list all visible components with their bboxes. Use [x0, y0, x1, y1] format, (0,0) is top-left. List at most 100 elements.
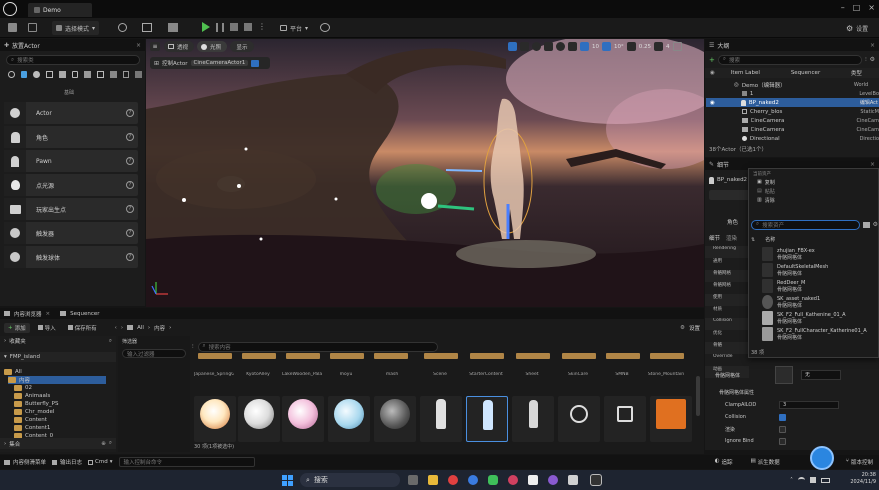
windows-start-icon[interactable]	[282, 475, 293, 486]
browser-icon[interactable]	[468, 475, 478, 485]
visibility-icon[interactable]: ◉	[710, 70, 715, 76]
tree-item[interactable]: Content	[14, 416, 47, 424]
camera-speed-icon[interactable]	[654, 42, 663, 51]
mesh-thumbnail[interactable]	[775, 366, 793, 384]
grid-snap-value[interactable]: 10	[592, 44, 599, 50]
trace-button[interactable]: ◐ 追踪	[715, 458, 733, 466]
minimize-icon[interactable]: –	[841, 3, 845, 15]
close-icon[interactable]: ×	[868, 3, 875, 15]
folder-tile[interactable]	[470, 353, 504, 359]
output-log-button[interactable]: 输出日志	[52, 458, 82, 466]
folder-tile[interactable]	[650, 353, 684, 359]
gear-icon[interactable]: ⚙	[870, 56, 875, 63]
filter-input[interactable]: 输入过滤器	[122, 349, 186, 358]
details-row[interactable]: 骨骼网格	[705, 270, 749, 282]
folder-tile[interactable]	[330, 353, 364, 359]
help-icon[interactable]: ?	[126, 205, 134, 213]
add-collection-icon[interactable]: ⊕	[101, 441, 106, 447]
mode-select-button[interactable]: 选择模式 ▾	[52, 21, 100, 35]
app-icon[interactable]	[408, 475, 418, 485]
folder-tile[interactable]	[606, 353, 640, 359]
cmd-button[interactable]: Cmd ▾	[88, 459, 113, 465]
help-icon[interactable]: ?	[126, 109, 134, 117]
eject-icon[interactable]	[244, 23, 252, 31]
details-row[interactable]: 使用	[705, 294, 749, 306]
place-item-character[interactable]: 角色 ?	[4, 126, 138, 148]
move-tool-icon[interactable]	[520, 42, 529, 51]
lights-icon[interactable]	[33, 71, 41, 78]
outliner-row[interactable]: Directional Directio	[706, 134, 879, 143]
settings-button[interactable]: ⚙ 设置	[842, 21, 872, 35]
content-scrollbar[interactable]	[696, 376, 700, 416]
camera-name[interactable]: CineCameraActor1	[190, 60, 249, 66]
chrome-icon[interactable]	[448, 475, 458, 485]
property-value[interactable]: 3	[779, 401, 839, 409]
details-row[interactable]: Collision	[705, 318, 749, 330]
folder-tile[interactable]	[286, 353, 320, 359]
asset-tile[interactable]	[238, 396, 280, 442]
help-icon[interactable]: ?	[126, 181, 134, 189]
details-actor-name[interactable]: BP_naked2	[717, 177, 747, 183]
content-drawer-button[interactable]: 内容侧滑菜单	[4, 458, 46, 466]
place-item-pawn[interactable]: Pawn ?	[4, 150, 138, 172]
place-item-trigger-sphere[interactable]: 触发球体 ?	[4, 246, 138, 268]
place-actors-search[interactable]: ⌕ 搜索类	[6, 55, 140, 65]
path-all[interactable]: All	[137, 325, 144, 331]
folder-tile[interactable]	[562, 353, 596, 359]
volume-icon[interactable]	[810, 477, 816, 483]
step-icon[interactable]	[216, 23, 224, 32]
folder-tile[interactable]	[424, 353, 458, 359]
sort-icon[interactable]: ⇅	[751, 237, 755, 243]
mesh-select-value[interactable]: 无	[801, 370, 841, 380]
app-icon[interactable]	[548, 475, 558, 485]
rotation-snap-value[interactable]: 10°	[614, 44, 624, 50]
help-icon[interactable]: ?	[126, 229, 134, 237]
rotation-snap-icon[interactable]	[602, 42, 611, 51]
scale-tool-icon[interactable]	[544, 42, 553, 51]
asset-list-item[interactable]: SK_F2_Full_Kathenine_01_A 骨骼网格体	[750, 310, 877, 326]
asset-tile[interactable]	[604, 396, 646, 442]
platform-button[interactable]: 平台 ▾	[276, 21, 312, 35]
tab-details[interactable]: 细节	[709, 234, 720, 244]
viewport-menu-icon[interactable]: ≡	[150, 42, 160, 51]
folder-tile[interactable]	[516, 353, 550, 359]
forward-icon[interactable]: ›	[121, 325, 123, 331]
grid-icon[interactable]	[122, 71, 130, 78]
help-icon[interactable]: ?	[126, 253, 134, 261]
tree-item[interactable]: Animaals	[14, 392, 50, 400]
details-row[interactable]: 骨骼网格	[705, 282, 749, 294]
add-icon[interactable]: +	[709, 56, 715, 64]
tree-item-selected[interactable]: 内容	[8, 376, 106, 384]
place-item-player-start[interactable]: 玩家出生点 ?	[4, 198, 138, 220]
camera-speed-value[interactable]: 4	[666, 44, 670, 50]
perspective-button[interactable]: 透视	[164, 41, 194, 52]
show-button[interactable]: 显示	[230, 41, 254, 52]
chevron-up-icon[interactable]: ˄	[790, 477, 793, 484]
wifi-icon[interactable]	[798, 477, 805, 483]
collections-header[interactable]: › 集合 ⊕ ⌕	[0, 438, 116, 449]
cinematics-icon[interactable]	[168, 23, 178, 32]
source-control-icon[interactable]	[320, 23, 330, 32]
app-icon[interactable]	[528, 475, 538, 485]
all-classes-icon[interactable]	[109, 71, 117, 78]
favorites-header[interactable]: › 收藏夹 ⌕	[0, 336, 116, 346]
console-input[interactable]: 输入控制台命令	[118, 457, 255, 467]
derived-data-button[interactable]: ▤ 派生数据	[750, 458, 779, 466]
asset-list-item[interactable]: RedDeer_M 骨骼网格体	[750, 278, 877, 294]
asset-list-item[interactable]: zhujian_FBX-ex 骨骼网格体	[750, 246, 877, 262]
recent-icon[interactable]	[8, 71, 15, 78]
maximize-icon[interactable]: □	[853, 3, 861, 15]
unreal-taskbar-icon[interactable]	[590, 474, 602, 486]
tree-item[interactable]: 02	[14, 384, 32, 392]
eject-pilot-icon[interactable]	[251, 59, 260, 67]
asset-tile[interactable]	[420, 396, 462, 442]
asset-tile[interactable]	[194, 396, 236, 442]
lit-button[interactable]: 光照	[197, 41, 227, 52]
rotate-tool-icon[interactable]	[532, 42, 541, 51]
gear-icon[interactable]: ⚙	[873, 221, 878, 228]
asset-list-item[interactable]: SK_F2_FullCharacter_Katherine01_A 骨骼网格体	[750, 326, 877, 342]
scale-snap-value[interactable]: 0.25	[639, 44, 651, 50]
tab-content-browser[interactable]: 内容浏览器	[14, 310, 42, 318]
project-header[interactable]: ▾ FMP_island	[0, 352, 116, 362]
close-icon[interactable]: ×	[136, 42, 141, 49]
